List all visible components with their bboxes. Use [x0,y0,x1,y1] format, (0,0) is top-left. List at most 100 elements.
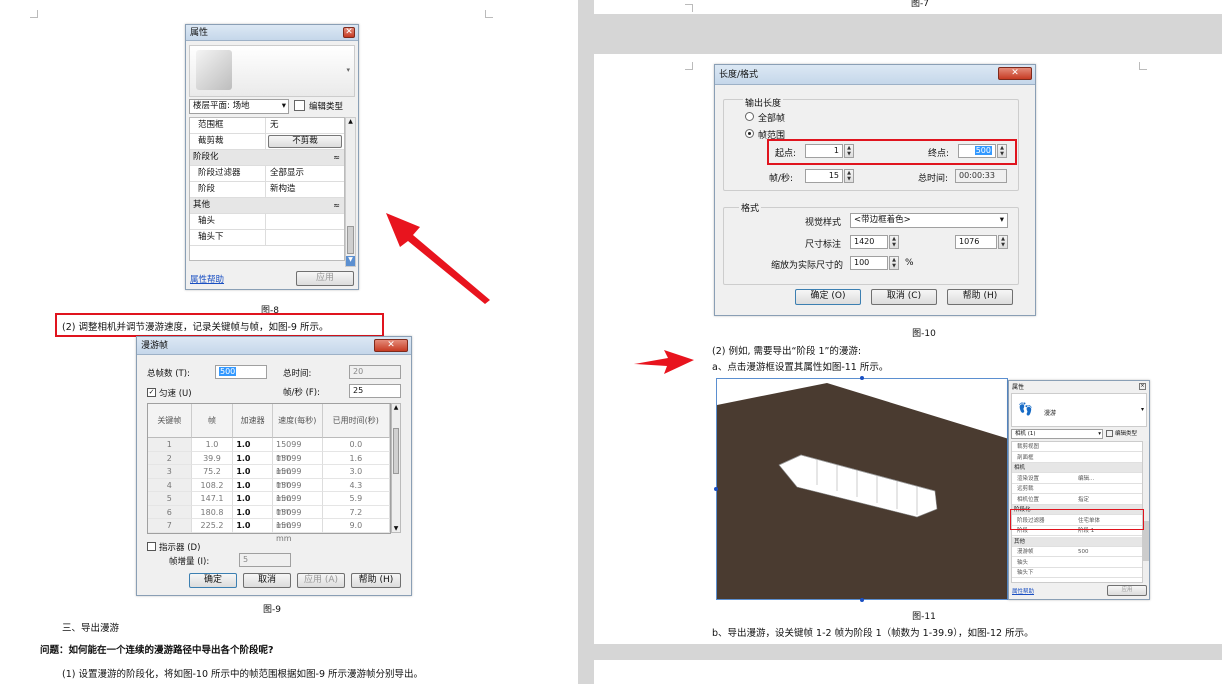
start-spinner[interactable]: ▲ ▼ [844,144,854,158]
chevron-down-icon: ▾ [281,101,286,111]
scroll-thumb[interactable] [347,226,354,254]
fps-input[interactable]: 25 [349,384,401,398]
start-input[interactable]: 1 [805,144,843,158]
view-selector[interactable]: 楼层平面: 场地 ▾ [189,99,289,114]
apply-button[interactable]: 应用 [1107,585,1147,596]
total-frames-input[interactable]: 500 [215,365,267,379]
property-row[interactable]: 渲染设置 编辑... [1012,474,1142,484]
property-row[interactable]: 漫游帧 500 [1012,547,1142,557]
table-cell: 108.2 [191,478,234,492]
height-spinner[interactable]: ▲ ▼ [998,235,1008,249]
edit-type-button[interactable]: 编辑类型 [1115,429,1137,437]
table-row[interactable]: 3 75.2 1.0 15099 mm 3.0 [148,465,391,489]
scroll-up-icon[interactable]: ▲ [346,118,355,128]
property-group-row[interactable]: 其他 ≈ [190,198,344,214]
property-row[interactable]: 远剪裁 [1012,484,1142,494]
property-row[interactable]: 相机位置 指定 [1012,495,1142,505]
property-row[interactable]: 轴头 [1012,558,1142,568]
height-input[interactable]: 1076 [955,235,997,249]
property-row[interactable]: 阶段 新构造 [190,182,344,198]
all-frames-radio[interactable] [745,112,754,121]
table-row[interactable]: 2 39.9 1.0 15099 mm 1.6 [148,451,391,476]
table-row[interactable]: 7 225.2 1.0 15099 mm 9.0 [148,519,391,543]
zoom-input[interactable]: 100 [850,256,888,270]
table-cell: 15099 mm [273,465,323,489]
table-cell: 147.1 [191,492,234,506]
property-key: 阶段 [198,184,216,194]
end-spinner[interactable]: ▲ ▼ [997,144,1007,158]
property-row[interactable]: 轴头下 [190,230,344,246]
property-group-row[interactable]: 阶段化 ≈ [190,150,344,166]
properties-help-link[interactable]: 属性帮助 [190,273,224,285]
collapse-icon[interactable]: ≈ [333,150,340,165]
apply-button[interactable]: 应用 [296,271,354,286]
property-row[interactable]: 截剪裁 不剪裁 [190,134,344,150]
help-button[interactable]: 帮助 (H) [351,573,401,588]
cancel-button[interactable]: 取消 [243,573,291,588]
property-row[interactable]: 裁剪视图 [1012,442,1142,452]
property-row[interactable]: 轴头下 [1012,568,1142,578]
viewport-grip[interactable] [714,487,718,491]
table-row[interactable]: 4 108.2 1.0 15099 mm 4.3 [148,478,391,503]
close-icon[interactable]: ✕ [343,27,355,38]
ok-button[interactable]: 确定 (O) [795,289,861,305]
indicator-checkbox[interactable] [147,542,156,551]
chevron-down-icon[interactable]: ▾ [346,66,350,74]
property-row[interactable]: 范围框 无 [190,118,344,134]
property-row[interactable]: 阶段过滤器 全部显示 [190,166,344,182]
close-icon[interactable]: ✕ [998,67,1032,80]
uniform-checkbox[interactable]: ✓ [147,388,156,397]
property-key: 远剪裁 [1017,486,1034,492]
properties-help-link[interactable]: 属性帮助 [1012,587,1034,595]
cancel-button[interactable]: 取消 (C) [871,289,937,305]
table-cell: 15099 mm [273,505,323,530]
red-arrow-left [386,213,490,304]
property-row[interactable]: 剖面框 [1012,453,1142,463]
collapse-icon[interactable]: ≈ [333,198,340,213]
property-key: 渲染设置 [1017,475,1040,482]
fps-input[interactable]: 15 [805,169,843,183]
apply-button[interactable]: 应用 (A) [297,573,345,588]
table-row[interactable]: 5 147.1 1.0 15099 mm 5.9 [148,492,391,516]
walkthrough-viewport[interactable] [716,378,1008,600]
close-icon[interactable]: × [1139,383,1146,390]
crop-button[interactable]: 不剪裁 [268,135,342,148]
page-corner-mark [685,62,693,70]
width-spinner[interactable]: ▲ ▼ [889,235,899,249]
length-format-title: 长度/格式 [719,70,759,80]
viewport-grip[interactable] [860,376,864,380]
figure-11-caption: 图-11 [912,612,936,622]
help-button[interactable]: 帮助 (H) [947,289,1013,305]
table-row[interactable]: 1 1.0 1.0 15099 mm 0.0 [148,438,391,462]
edit-type-icon[interactable] [1106,430,1113,437]
close-icon[interactable]: ✕ [374,339,408,352]
property-scrollbar[interactable]: ▲ ▼ [345,117,356,267]
scroll-down-icon[interactable]: ▼ [346,256,355,266]
end-input[interactable]: 500 [958,144,996,158]
walkthrough-title: 漫游帧 [141,341,169,351]
table-row[interactable]: 6 180.8 1.0 15099 mm 7.2 [148,505,391,530]
property-row[interactable]: 轴头 [190,214,344,230]
edit-type-icon[interactable] [294,100,305,111]
visual-style-select[interactable]: <带边框着色> ▾ [850,213,1008,228]
instance-selector[interactable]: 相机 (1) ▾ [1011,429,1103,439]
scroll-thumb[interactable] [393,428,399,474]
property-group-row[interactable]: 相机 [1012,463,1142,473]
fps-label: 帧/秒 (F): [283,388,320,398]
property-group-row[interactable]: 其他 [1012,536,1142,547]
chevron-down-icon[interactable]: ▾ [1141,406,1144,413]
property-key: 相机 [1014,465,1026,471]
visual-style-value: <带边框着色> [854,215,911,225]
ok-button[interactable]: 确定 [189,573,237,588]
edit-type-button[interactable]: 编辑类型 [309,100,343,112]
fps-spinner[interactable]: ▲ ▼ [844,169,854,183]
property-key: 裁剪视图 [1017,444,1040,450]
frame-range-radio[interactable] [745,129,754,138]
zoom-spinner[interactable]: ▲ ▼ [889,256,899,270]
width-input[interactable]: 1420 [850,235,888,249]
scroll-up-icon[interactable]: ▲ [392,404,400,411]
table-scrollbar[interactable]: ▲ ▼ [391,403,401,533]
scroll-down-icon[interactable]: ▼ [392,525,400,532]
viewport-grip[interactable] [860,598,864,602]
end-value: 500 [974,146,992,155]
